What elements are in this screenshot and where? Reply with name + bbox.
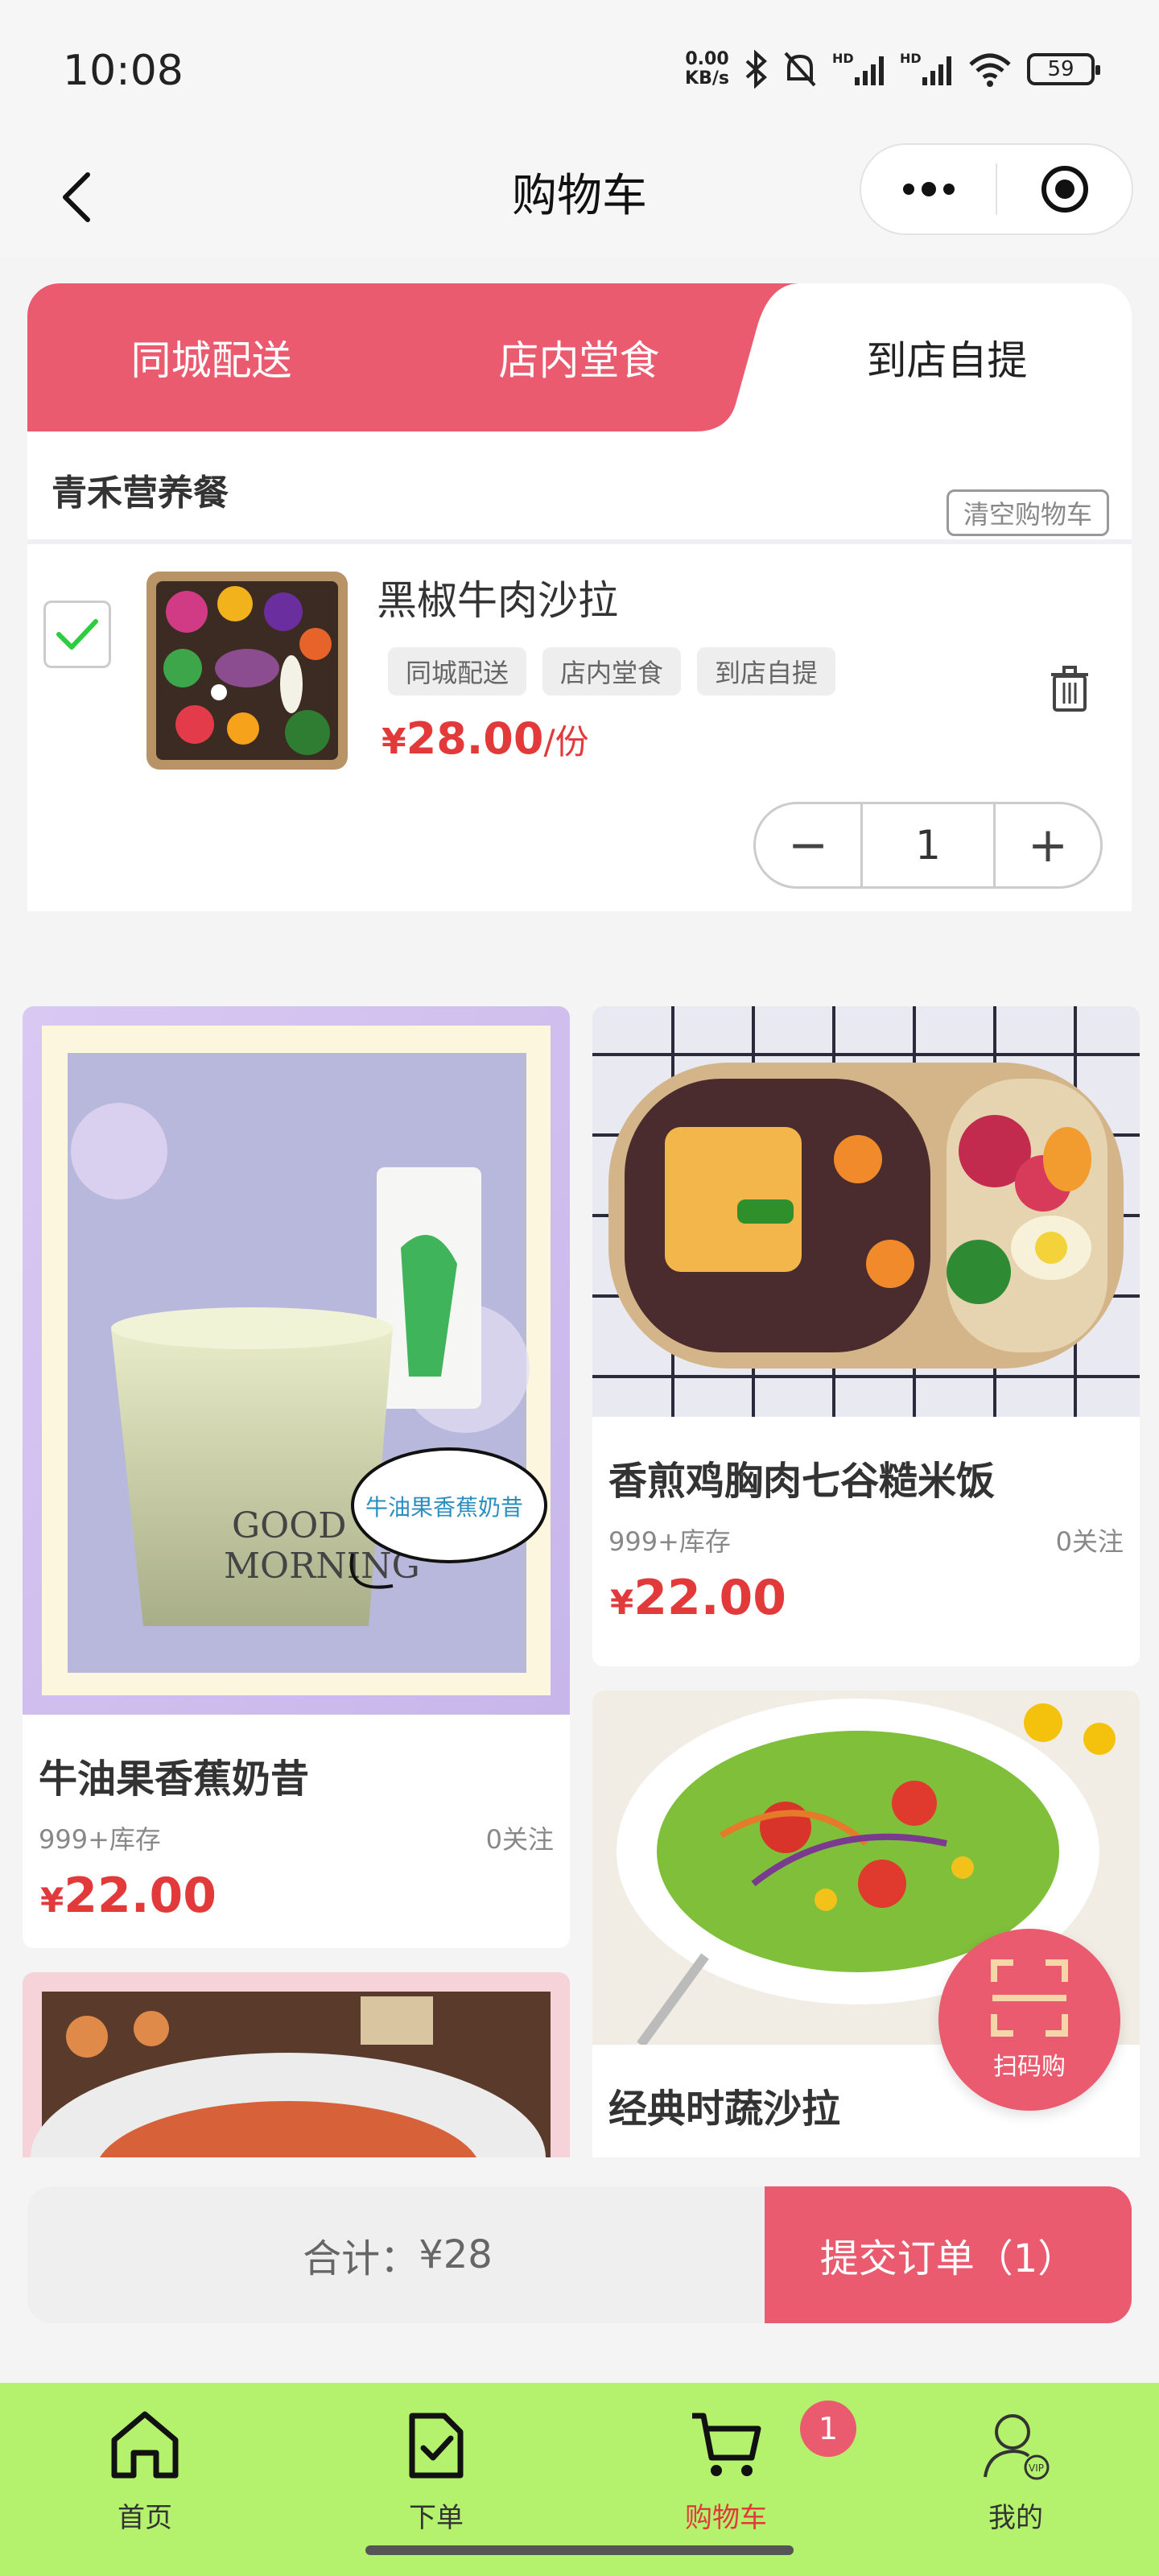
product-image: [23, 1972, 570, 2157]
svg-text:牛油果香蕉奶昔: 牛油果香蕉奶昔: [365, 1494, 523, 1521]
product-image: GOOD MORNING 牛油果香蕉奶昔: [23, 1006, 570, 1715]
store-row: 青禾营养餐 清空购物车: [27, 431, 1132, 544]
nav-bar: 购物车: [0, 137, 1159, 258]
svg-text:HD: HD: [900, 51, 922, 66]
clear-cart-button[interactable]: 清空购物车: [946, 489, 1109, 536]
tab-dine-in[interactable]: 店内堂食: [395, 283, 763, 431]
tabbar-label: 我的: [988, 2502, 1043, 2534]
product-image: [592, 1006, 1140, 1417]
item-tag: 到店自提: [697, 647, 836, 696]
hd-signal-icon: HD: [900, 47, 953, 92]
total-amount: 合计： ¥28: [27, 2186, 768, 2323]
product-stock: 999+库存: [608, 1526, 731, 1557]
more-dots-icon: [902, 182, 955, 196]
tabbar-item-home[interactable]: 首页: [64, 2383, 225, 2544]
product-card[interactable]: GOOD MORNING 牛油果香蕉奶昔 牛油果香蕉奶昔 999+库存 0关注 …: [23, 1006, 570, 1948]
tab-same-city-delivery[interactable]: 同城配送: [27, 283, 395, 431]
cart-badge: 1: [800, 2401, 856, 2457]
store-name: 青禾营养餐: [52, 473, 229, 514]
quantity-stepper: − 1 +: [753, 802, 1103, 889]
scan-icon: [991, 1959, 1068, 2037]
product-follow: 0关注: [1055, 1526, 1124, 1557]
product-title: 经典时蔬沙拉: [608, 2087, 841, 2132]
tabbar-item-cart[interactable]: 购物车: [645, 2383, 806, 2544]
submit-order-button[interactable]: 提交订单（1）: [765, 2186, 1132, 2323]
trash-icon: [1051, 666, 1088, 712]
wifi-icon: [967, 47, 1013, 92]
net-speed: 0.00 KB/s: [685, 49, 729, 89]
product-follow: 0关注: [485, 1824, 554, 1855]
product-meta: 999+库存 0关注: [39, 1819, 554, 1856]
cart-item: 黑椒牛肉沙拉 同城配送 店内堂食 到店自提 ¥28.00/份 − 1 +: [27, 544, 1132, 906]
status-bar: 10:08 0.00 KB/s HD HD 59: [0, 0, 1159, 137]
svg-text:HD: HD: [832, 51, 854, 66]
tabbar-item-order[interactable]: 下单: [356, 2383, 517, 2544]
product-title: 牛油果香蕉奶昔: [39, 1757, 310, 1802]
item-tag: 同城配送: [388, 647, 527, 696]
tabbar-label: 购物车: [685, 2502, 767, 2534]
product-stock: 999+库存: [39, 1824, 161, 1855]
home-icon: [111, 2411, 179, 2479]
product-title: 香煎鸡胸肉七谷糙米饭: [608, 1459, 996, 1504]
more-button[interactable]: [861, 145, 996, 233]
product-card[interactable]: 香煎鸡胸肉七谷糙米饭 999+库存 0关注 ¥22.00: [592, 1006, 1140, 1666]
tab-self-pickup[interactable]: 到店自提: [763, 283, 1131, 431]
scan-label: 扫码购: [993, 2053, 1066, 2081]
increase-button[interactable]: +: [996, 804, 1100, 886]
cart-card: 同城配送 店内堂食 到店自提 青禾营养餐 清空购物车 黑椒牛肉沙拉 同城配送 店…: [27, 283, 1132, 911]
cart-icon: [692, 2413, 761, 2476]
item-checkbox[interactable]: [43, 601, 111, 668]
item-tags: 同城配送 店内堂食 到店自提: [388, 647, 836, 696]
status-time: 10:08: [63, 47, 184, 95]
user-vip-icon: VIP: [984, 2414, 1050, 2480]
svg-text:GOOD: GOOD: [232, 1505, 347, 1546]
bluetooth-icon: [744, 47, 768, 92]
status-icons: 0.00 KB/s HD HD 59: [685, 45, 1100, 93]
mute-icon: [782, 47, 818, 92]
target-circle-icon: [1041, 166, 1088, 213]
product-card[interactable]: [23, 1972, 570, 2157]
hd-signal-icon: HD: [832, 47, 885, 92]
product-meta: 999+库存 0关注: [608, 1521, 1124, 1558]
product-price: ¥22.00: [40, 1868, 217, 1924]
scan-to-buy-button[interactable]: 扫码购: [938, 1929, 1120, 2111]
decrease-button[interactable]: −: [756, 804, 860, 886]
tabbar-label: 首页: [118, 2502, 172, 2534]
item-name: 黑椒牛肉沙拉: [377, 577, 618, 624]
item-thumbnail: [146, 572, 348, 770]
order-check-icon: [409, 2413, 464, 2479]
delete-item-button[interactable]: [1041, 657, 1098, 721]
svg-text:VIP: VIP: [1029, 2462, 1044, 2474]
check-icon: [56, 619, 98, 650]
tabbar-label: 下单: [409, 2502, 464, 2534]
miniprogram-capsule: [860, 143, 1133, 235]
tabbar-item-mine[interactable]: VIP 我的: [935, 2383, 1096, 2544]
battery-icon: 59: [1027, 53, 1100, 85]
total-value: ¥28: [419, 2232, 493, 2277]
item-tag: 店内堂食: [542, 647, 682, 696]
quantity-value[interactable]: 1: [860, 804, 996, 886]
total-label: 合计：: [303, 2236, 419, 2281]
close-miniprogram-button[interactable]: [997, 145, 1132, 233]
delivery-tabs: 同城配送 店内堂食 到店自提: [27, 283, 1132, 431]
home-indicator: [365, 2545, 794, 2555]
product-price: ¥22.00: [610, 1570, 787, 1626]
item-price: ¥28.00/份: [382, 713, 589, 764]
